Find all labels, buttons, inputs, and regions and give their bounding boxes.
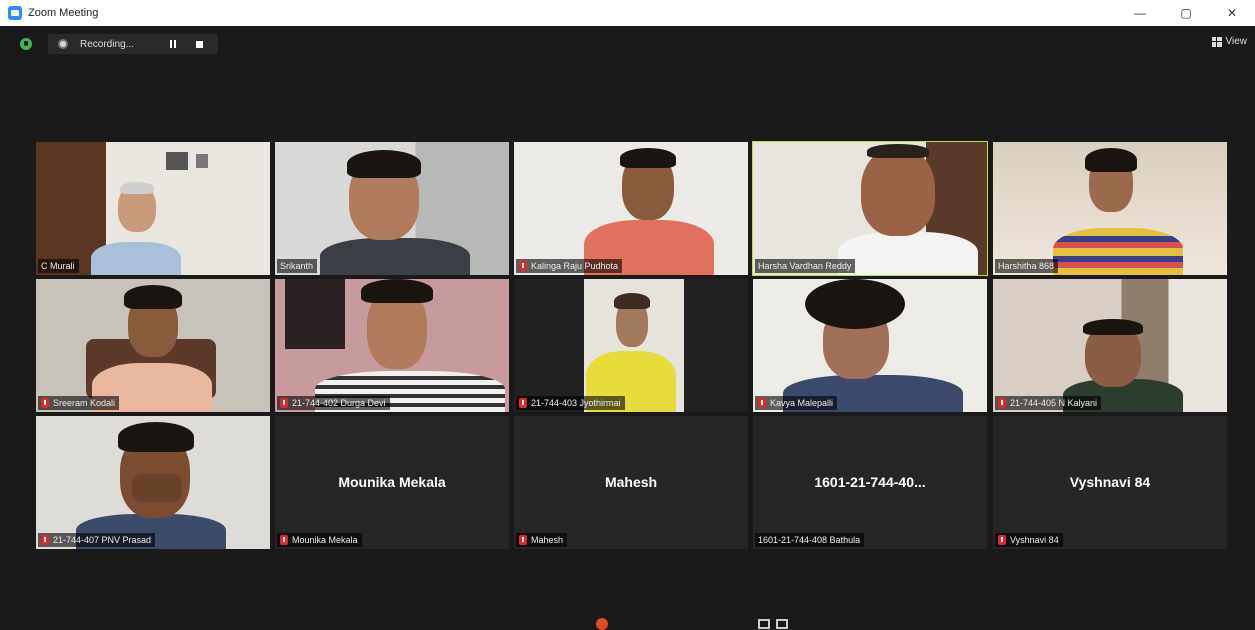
meeting-toolbar — [8, 616, 1255, 630]
stop-recording-icon[interactable] — [196, 40, 203, 48]
mic-muted-icon — [758, 398, 766, 408]
participant-nametag: 21-744-407 PNV Prasad — [38, 533, 156, 547]
participant-name: Harsha Vardhan Reddy — [758, 261, 852, 271]
participant-name: 21-744-402 Durga Devi — [292, 398, 386, 408]
participant-nametag: 21-744-403 Jyothirmai — [516, 396, 625, 410]
zoom-app-icon — [8, 6, 22, 20]
mic-muted-icon — [280, 535, 288, 545]
mic-muted-icon — [519, 398, 527, 408]
participant-tile[interactable]: Kavya Malepalli — [753, 279, 987, 412]
grid-view-icon — [1211, 36, 1222, 47]
participant-display-name: Mahesh — [604, 474, 658, 490]
mic-muted-icon — [41, 535, 49, 545]
participant-tile-no-video[interactable]: Vyshnavi 84 Vyshnavi 84 — [993, 416, 1227, 549]
participant-video — [753, 279, 987, 412]
participant-nametag: Vyshnavi 84 — [995, 533, 1063, 547]
participant-nametag: 21-744-405 N Kalyani — [995, 396, 1102, 410]
meeting-topbar: Recording... View — [8, 26, 1255, 62]
participant-nametag: Sreeram Kodali — [38, 396, 120, 410]
view-button[interactable]: View — [1211, 36, 1248, 47]
participant-video — [514, 279, 748, 412]
recording-dot-icon — [58, 39, 68, 49]
participant-video — [993, 279, 1227, 412]
participant-display-name: Vyshnavi 84 — [1069, 474, 1151, 490]
participant-video — [36, 279, 270, 412]
recording-label: Recording... — [80, 38, 134, 50]
mic-muted-icon — [280, 398, 288, 408]
participant-tile[interactable]: 21-744-402 Durga Devi — [275, 279, 509, 412]
participant-tile[interactable]: Srikanth — [275, 142, 509, 275]
close-button[interactable]: ✕ — [1209, 0, 1255, 26]
participant-name: C Murali — [41, 261, 75, 271]
participant-tile[interactable]: 21-744-407 PNV Prasad — [36, 416, 270, 549]
participant-nametag: Harsha Vardhan Reddy — [755, 259, 856, 273]
participant-nametag: C Murali — [38, 259, 79, 273]
participant-tile[interactable]: Kalinga Raju Pudhota — [514, 142, 748, 275]
participant-tile-active-speaker[interactable]: Harsha Vardhan Reddy — [752, 141, 988, 276]
participant-name: Harshitha 868 — [998, 261, 1055, 271]
participant-name: Sreeram Kodali — [53, 398, 116, 408]
participant-name: 21-744-407 PNV Prasad — [53, 535, 152, 545]
mic-muted-icon — [519, 261, 527, 271]
participant-name: Vyshnavi 84 — [1010, 535, 1059, 545]
participant-nametag: Harshitha 868 — [995, 259, 1059, 273]
participant-name: 1601-21-744-408 Bathula — [758, 535, 861, 545]
meeting-area: Recording... View C Murali Srikanth Kali… — [8, 26, 1255, 630]
mic-muted-icon — [998, 535, 1006, 545]
mic-muted-icon — [998, 398, 1006, 408]
window-title-bar: Zoom Meeting — ▢ ✕ — [0, 0, 1255, 26]
pause-recording-icon[interactable] — [170, 40, 176, 48]
participant-name: Kavya Malepalli — [770, 398, 834, 408]
participant-tile[interactable]: 21-744-403 Jyothirmai — [514, 279, 748, 412]
participant-video — [36, 142, 270, 275]
mic-muted-icon — [41, 398, 49, 408]
participant-nametag: Srikanth — [277, 259, 318, 273]
participant-tile-no-video[interactable]: 1601-21-744-40... 1601-21-744-408 Bathul… — [753, 416, 987, 549]
participant-video — [36, 416, 270, 549]
participant-name: 21-744-403 Jyothirmai — [531, 398, 621, 408]
participant-nametag: Kavya Malepalli — [755, 396, 838, 410]
participant-display-name: Mounika Mekala — [338, 474, 446, 490]
participant-tile-no-video[interactable]: Mounika Mekala Mounika Mekala — [275, 416, 509, 549]
window-title: Zoom Meeting — [28, 7, 99, 19]
participant-tile[interactable]: C Murali — [36, 142, 270, 275]
participant-name: Srikanth — [280, 261, 314, 271]
participant-name: Kalinga Raju Pudhota — [531, 261, 619, 271]
participant-name: 21-744-405 N Kalyani — [1010, 398, 1098, 408]
maximize-button[interactable]: ▢ — [1163, 0, 1209, 26]
participant-video — [275, 142, 509, 275]
participant-name: Mounika Mekala — [292, 535, 358, 545]
participant-tile[interactable]: 21-744-405 N Kalyani — [993, 279, 1227, 412]
participant-nametag: 21-744-402 Durga Devi — [277, 396, 390, 410]
participant-tile-no-video[interactable]: Mahesh Mahesh — [514, 416, 748, 549]
window-controls: — ▢ ✕ — [1117, 0, 1255, 26]
participant-video — [993, 142, 1227, 275]
view-label: View — [1225, 36, 1248, 47]
participant-tile[interactable]: Harshitha 868 — [993, 142, 1227, 275]
mic-muted-icon — [519, 535, 527, 545]
security-shield-icon[interactable] — [20, 38, 32, 50]
participant-nametag: 1601-21-744-408 Bathula — [755, 533, 865, 547]
chat-icon[interactable] — [776, 619, 788, 629]
end-meeting-icon[interactable] — [596, 618, 608, 630]
recording-indicator: Recording... — [48, 34, 218, 54]
participant-video — [514, 142, 748, 275]
minimize-button[interactable]: — — [1117, 0, 1163, 26]
participant-tile[interactable]: Sreeram Kodali — [36, 279, 270, 412]
participant-video — [753, 142, 987, 275]
participant-name: Mahesh — [531, 535, 564, 545]
share-screen-icon[interactable] — [758, 619, 770, 629]
participant-video — [275, 279, 509, 412]
participant-nametag: Mounika Mekala — [277, 533, 362, 547]
participant-display-name: 1601-21-744-40... — [814, 474, 926, 490]
participant-nametag: Mahesh — [516, 533, 568, 547]
participant-nametag: Kalinga Raju Pudhota — [516, 259, 623, 273]
